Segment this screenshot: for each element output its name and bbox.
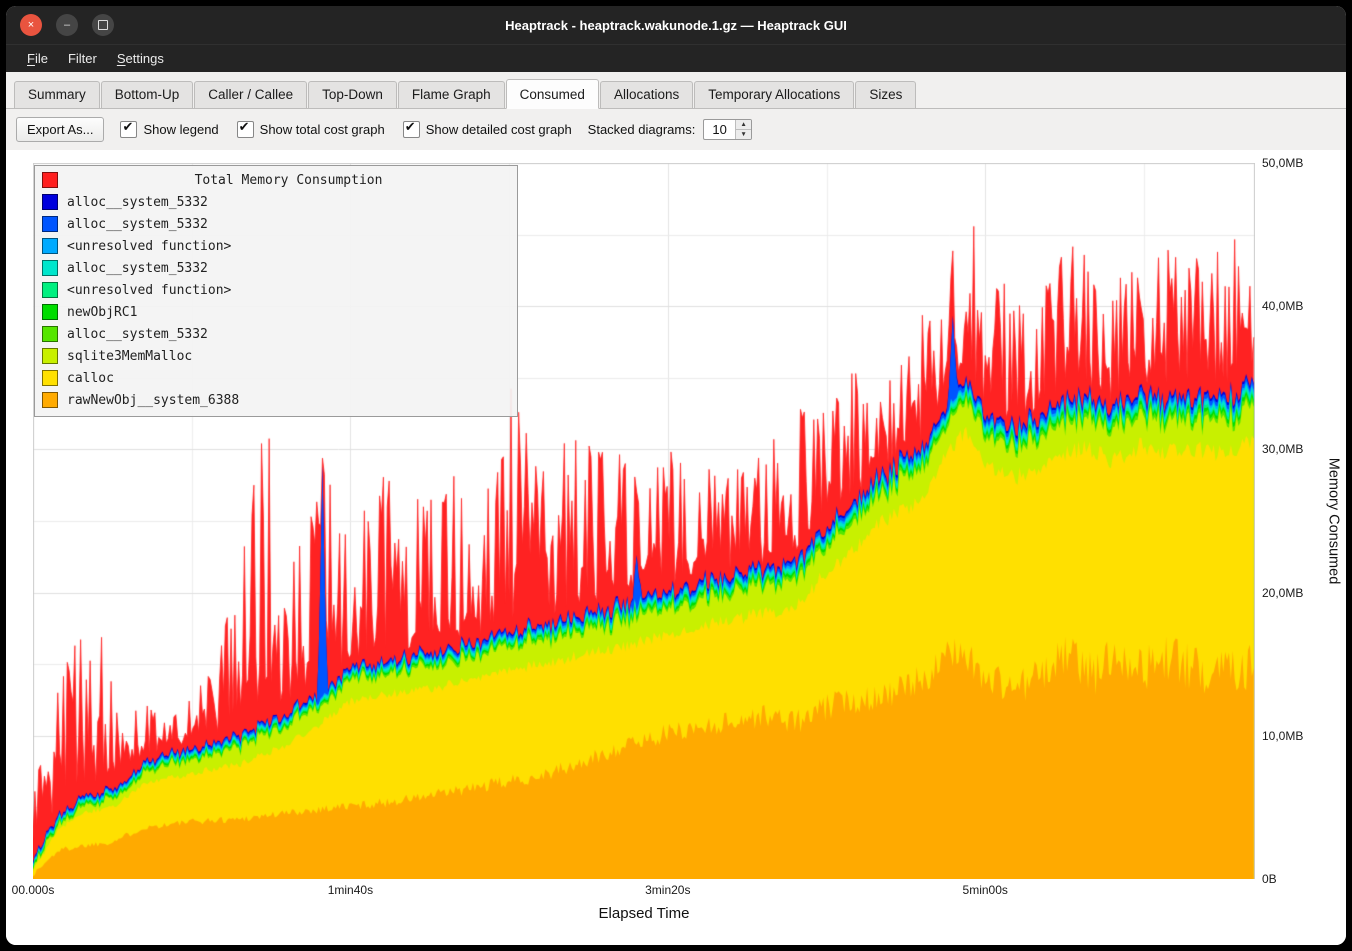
- checkbox-label: Show detailed cost graph: [426, 122, 572, 137]
- toolbar-checkboxes: Show legend Show total cost graph Show det…: [120, 121, 571, 138]
- y-axis-title: Memory Consumed: [1317, 163, 1346, 879]
- maximize-button[interactable]: [92, 14, 114, 36]
- legend-label: calloc: [67, 371, 114, 386]
- legend-item: alloc__system_5332: [42, 191, 510, 213]
- legend-swatch: [42, 194, 58, 210]
- legend-item: sqlite3MemMalloc: [42, 345, 510, 367]
- y-axis: 0B10,0MB20,0MB30,0MB40,0MB50,0MB: [1255, 163, 1317, 879]
- spin-down-button[interactable]: ▼: [736, 130, 750, 139]
- legend-item: alloc__system_5332: [42, 323, 510, 345]
- minimize-button[interactable]: –: [56, 14, 78, 36]
- legend-title-row: Total Memory Consumption: [42, 169, 510, 191]
- legend-label: rawNewObj__system_6388: [67, 393, 239, 408]
- legend-swatch: [42, 238, 58, 254]
- maximize-icon: [98, 20, 108, 30]
- legend-swatch: [42, 282, 58, 298]
- x-tick-label: 5min00s: [963, 883, 1008, 897]
- tab-bar: SummaryBottom-UpCaller / CalleeTop-DownF…: [6, 72, 1346, 109]
- x-tick-label: 1min40s: [328, 883, 373, 897]
- legend-swatch: [42, 370, 58, 386]
- legend-item: <unresolved function>: [42, 279, 510, 301]
- y-axis-title-text: Memory Consumed: [1325, 458, 1341, 585]
- legend-title: Total Memory Consumption: [67, 173, 510, 188]
- show-detailed-cost-graph-checkbox[interactable]: Show detailed cost graph: [403, 121, 572, 138]
- tab-allocations[interactable]: Allocations: [600, 81, 693, 108]
- window-controls: × –: [20, 14, 114, 36]
- menu-settings[interactable]: Settings: [108, 48, 173, 69]
- checkbox-box[interactable]: [403, 121, 420, 138]
- tab-bottom-up[interactable]: Bottom-Up: [101, 81, 194, 108]
- titlebar: Heaptrack - heaptrack.wakunode.1.gz — He…: [6, 6, 1346, 44]
- legend-label: alloc__system_5332: [67, 217, 208, 232]
- legend-swatch: [42, 348, 58, 364]
- tab-top-down[interactable]: Top-Down: [308, 81, 397, 108]
- legend-label: newObjRC1: [67, 305, 137, 320]
- checkbox-box[interactable]: [120, 121, 137, 138]
- tab-summary[interactable]: Summary: [14, 81, 100, 108]
- legend-item: alloc__system_5332: [42, 213, 510, 235]
- menubar: FileFilterSettings: [6, 44, 1346, 72]
- x-axis: 00.000s1min40s3min20s5min00s: [33, 879, 1255, 899]
- export-as-button[interactable]: Export As...: [16, 117, 104, 142]
- show-total-cost-graph-checkbox[interactable]: Show total cost graph: [237, 121, 385, 138]
- x-axis-title: Elapsed Time: [33, 899, 1255, 930]
- legend-item: alloc__system_5332: [42, 257, 510, 279]
- close-button[interactable]: ×: [20, 14, 42, 36]
- spin-up-button[interactable]: ▲: [736, 120, 750, 130]
- app-window: Heaptrack - heaptrack.wakunode.1.gz — He…: [6, 6, 1346, 945]
- checkbox-label: Show legend: [143, 122, 218, 137]
- stacked-diagrams-spinbox[interactable]: 10 ▲ ▼: [703, 119, 751, 140]
- legend-swatch: [42, 392, 58, 408]
- tab-sizes[interactable]: Sizes: [855, 81, 916, 108]
- menu-filter[interactable]: Filter: [59, 48, 106, 69]
- close-icon: ×: [28, 19, 34, 31]
- legend-label: alloc__system_5332: [67, 327, 208, 342]
- legend-item: newObjRC1: [42, 301, 510, 323]
- show-legend-checkbox[interactable]: Show legend: [120, 121, 218, 138]
- x-tick-label: 3min20s: [645, 883, 690, 897]
- stacked-diagrams-label: Stacked diagrams:: [588, 122, 696, 137]
- menu-file[interactable]: File: [18, 48, 57, 69]
- legend-swatch: [42, 216, 58, 232]
- legend-label: <unresolved function>: [67, 239, 231, 254]
- legend-swatch: [42, 260, 58, 276]
- plot-area: Total Memory Consumption alloc__system_53…: [33, 163, 1255, 879]
- legend-label: alloc__system_5332: [67, 195, 208, 210]
- checkbox-label: Show total cost graph: [260, 122, 385, 137]
- legend-label: alloc__system_5332: [67, 261, 208, 276]
- legend-item: calloc: [42, 367, 510, 389]
- legend-swatch: [42, 326, 58, 342]
- tab-caller-callee[interactable]: Caller / Callee: [194, 81, 307, 108]
- legend-swatch: [42, 304, 58, 320]
- legend-label: <unresolved function>: [67, 283, 231, 298]
- legend-total-swatch: [42, 172, 58, 188]
- y-tick-label: 40,0MB: [1262, 299, 1303, 313]
- y-tick-label: 10,0MB: [1262, 729, 1303, 743]
- spinbox-buttons: ▲ ▼: [735, 120, 750, 139]
- window-title: Heaptrack - heaptrack.wakunode.1.gz — He…: [6, 18, 1346, 33]
- y-tick-label: 30,0MB: [1262, 442, 1303, 456]
- y-tick-label: 20,0MB: [1262, 586, 1303, 600]
- legend-label: sqlite3MemMalloc: [67, 349, 192, 364]
- y-tick-label: 0B: [1262, 872, 1277, 886]
- minimize-icon: –: [64, 19, 70, 31]
- legend-item: <unresolved function>: [42, 235, 510, 257]
- chart-widget: Total Memory Consumption alloc__system_53…: [6, 150, 1346, 945]
- tab-flame-graph[interactable]: Flame Graph: [398, 81, 505, 108]
- checkbox-box[interactable]: [237, 121, 254, 138]
- toolbar: Export As... Show legend Show total cost …: [6, 109, 1346, 150]
- tab-temporary-allocations[interactable]: Temporary Allocations: [694, 81, 854, 108]
- x-tick-label: 00.000s: [12, 883, 55, 897]
- legend-item: rawNewObj__system_6388: [42, 389, 510, 411]
- stacked-diagrams-value: 10: [704, 120, 735, 139]
- chart-legend: Total Memory Consumption alloc__system_53…: [34, 165, 518, 417]
- tab-consumed[interactable]: Consumed: [506, 79, 599, 109]
- plot-row: Total Memory Consumption alloc__system_53…: [33, 163, 1346, 879]
- y-tick-label: 50,0MB: [1262, 156, 1303, 170]
- stacked-diagrams-group: Stacked diagrams: 10 ▲ ▼: [588, 119, 752, 140]
